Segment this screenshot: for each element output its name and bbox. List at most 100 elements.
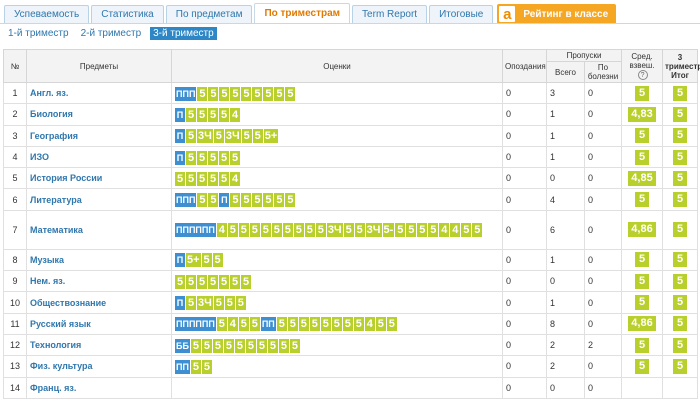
tab-final[interactable]: Итоговые <box>429 5 494 24</box>
subject-link[interactable]: Обществознание <box>26 291 172 314</box>
grade-mark[interactable]: 5 <box>241 86 252 101</box>
absence-mark[interactable]: П <box>175 150 185 165</box>
grade-mark[interactable]: 5 <box>238 223 249 238</box>
grade-mark[interactable]: 5 <box>285 86 296 101</box>
grade-mark[interactable]: 5 <box>175 274 185 289</box>
tab-by-trimester[interactable]: По триместрам <box>254 3 351 24</box>
absence-mark[interactable]: ПППППП <box>175 317 216 332</box>
absence-mark[interactable]: П <box>175 296 185 311</box>
grade-mark[interactable]: 5 <box>230 86 241 101</box>
grade-mark[interactable]: 5 <box>197 171 207 186</box>
grade-mark[interactable]: 5 <box>197 274 207 289</box>
trimester-1-link[interactable]: 1-й триместр <box>5 27 72 40</box>
subject-link[interactable]: Физ. культура <box>26 355 172 378</box>
grade-mark[interactable]: 5 <box>320 317 331 332</box>
grade-mark[interactable]: 5 <box>293 223 304 238</box>
grade-mark[interactable]: 5 <box>289 338 300 353</box>
grade-mark[interactable]: 4 <box>230 171 240 186</box>
grade-mark[interactable]: 5 <box>201 253 212 268</box>
class-rating-button[interactable]: a Рейтинг в классе <box>497 4 617 24</box>
absence-mark[interactable]: П <box>219 193 230 208</box>
grade-mark[interactable]: 5+ <box>186 253 201 268</box>
grade-mark[interactable]: 5 <box>227 223 238 238</box>
subject-link[interactable]: География <box>26 124 172 147</box>
trimester-3-link[interactable]: 3-й триместр <box>150 27 217 40</box>
grade-mark[interactable]: 5 <box>249 317 260 332</box>
grade-mark[interactable]: 5 <box>201 338 212 353</box>
grade-mark[interactable]: 5- <box>382 223 395 238</box>
subject-link[interactable]: ИЗО <box>26 145 172 169</box>
grade-mark[interactable]: 5 <box>208 193 219 208</box>
grade-mark[interactable]: 5 <box>201 359 212 374</box>
absence-mark[interactable]: П <box>175 253 185 268</box>
grade-mark[interactable]: 5 <box>282 223 293 238</box>
grade-mark[interactable]: 5 <box>219 150 229 165</box>
subject-link[interactable]: Технология <box>26 333 172 357</box>
grade-mark[interactable]: 5 <box>406 223 417 238</box>
grade-mark[interactable]: 5 <box>417 223 428 238</box>
grade-mark[interactable]: 5 <box>252 129 263 144</box>
absence-mark[interactable]: ПППППП <box>175 223 216 238</box>
grade-mark[interactable]: 5 <box>276 317 287 332</box>
grade-mark[interactable]: 5 <box>354 223 365 238</box>
absence-mark[interactable]: П <box>175 107 185 122</box>
grade-mark[interactable]: 5 <box>219 107 229 122</box>
grade-mark[interactable]: 5 <box>186 171 196 186</box>
tab-by-subject[interactable]: По предметам <box>165 5 253 24</box>
grade-mark[interactable]: 5 <box>241 193 252 208</box>
grade-mark[interactable]: 5 <box>274 86 285 101</box>
grade-mark[interactable]: 5 <box>213 296 224 311</box>
absence-mark[interactable]: ПП <box>260 317 276 332</box>
grade-mark[interactable]: 5 <box>353 317 364 332</box>
tab-performance[interactable]: Успеваемость <box>4 5 90 24</box>
grade-mark[interactable]: 5 <box>287 317 298 332</box>
grade-mark[interactable]: 5 <box>331 317 342 332</box>
grade-mark[interactable]: 5 <box>278 338 289 353</box>
help-icon[interactable]: ? <box>637 70 648 80</box>
grade-mark[interactable]: 5 <box>224 296 235 311</box>
grade-mark[interactable]: 5 <box>263 86 274 101</box>
grade-mark[interactable]: 5 <box>219 86 230 101</box>
grade-mark[interactable]: 5 <box>190 359 201 374</box>
grade-mark[interactable]: 5 <box>252 86 263 101</box>
grade-mark[interactable]: 4 <box>227 317 238 332</box>
grade-mark[interactable]: 5 <box>304 223 315 238</box>
grade-mark[interactable]: 5 <box>395 223 406 238</box>
grade-mark[interactable]: 5 <box>230 193 241 208</box>
grade-mark[interactable]: 5 <box>285 193 296 208</box>
subject-link[interactable]: История России <box>26 167 172 190</box>
subject-link[interactable]: Англ. яз. <box>26 81 172 105</box>
grade-mark[interactable]: 5 <box>230 150 240 165</box>
grade-mark[interactable]: 5 <box>235 296 246 311</box>
grade-mark[interactable]: 5 <box>208 274 218 289</box>
grade-mark[interactable]: 5 <box>271 223 282 238</box>
grade-mark[interactable]: 5 <box>274 193 285 208</box>
subject-link[interactable]: Русский язык <box>26 312 172 335</box>
subject-link[interactable]: Математика <box>26 209 172 250</box>
grade-mark[interactable]: 5 <box>186 107 196 122</box>
grade-mark[interactable]: 5 <box>230 274 240 289</box>
grade-mark[interactable]: 5 <box>234 338 245 353</box>
grade-mark[interactable]: 5 <box>386 317 397 332</box>
subject-link[interactable]: Биология <box>26 103 172 126</box>
grade-mark[interactable]: 3Ч <box>365 223 382 238</box>
grade-mark[interactable]: 5 <box>208 150 218 165</box>
grade-mark[interactable]: 5 <box>298 317 309 332</box>
grade-mark[interactable]: 5 <box>241 274 251 289</box>
grade-mark[interactable]: 4 <box>230 107 240 122</box>
grade-mark[interactable]: 5 <box>175 171 185 186</box>
grade-mark[interactable]: 5 <box>260 223 271 238</box>
subject-link[interactable]: Музыка <box>26 248 172 272</box>
tab-statistics[interactable]: Статистика <box>91 5 164 24</box>
grade-mark[interactable]: 3Ч <box>197 296 213 311</box>
grade-mark[interactable]: 5 <box>428 223 439 238</box>
grade-mark[interactable]: 5 <box>267 338 278 353</box>
grade-mark[interactable]: 3Ч <box>224 129 241 144</box>
grade-mark[interactable]: 5 <box>219 274 229 289</box>
subject-link[interactable]: Нем. яз. <box>26 270 172 293</box>
grade-mark[interactable]: 5 <box>208 171 218 186</box>
grade-mark[interactable]: 5 <box>263 193 274 208</box>
grade-mark[interactable]: 5 <box>197 193 208 208</box>
grade-mark[interactable]: 5 <box>212 253 223 268</box>
grade-mark[interactable]: 5 <box>315 223 326 238</box>
